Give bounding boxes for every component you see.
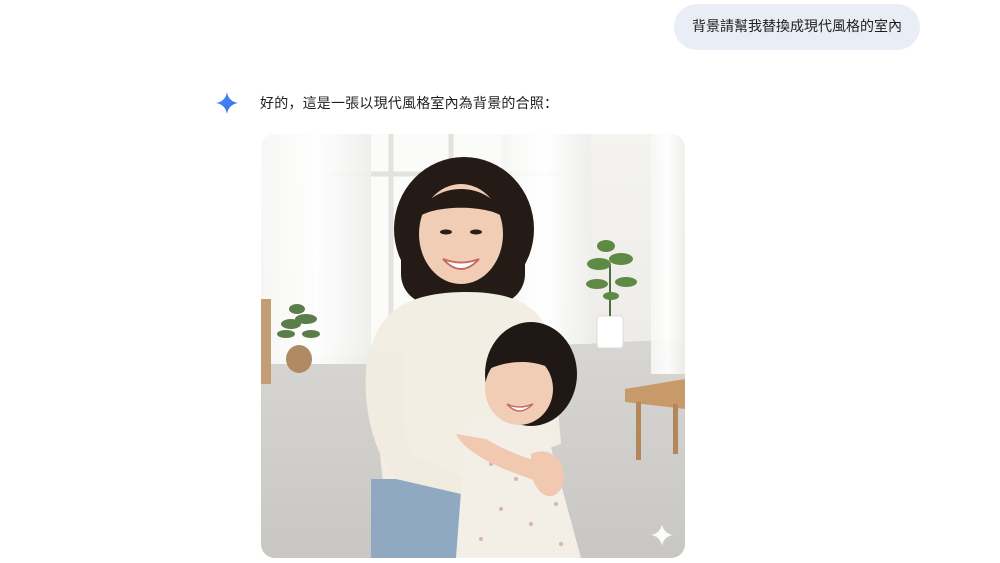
generated-image[interactable]: [261, 134, 685, 558]
gemini-sparkle-icon: [216, 92, 238, 114]
assistant-message-text: 好的，這是一張以現代風格室內為背景的合照：: [260, 96, 559, 112]
sparkle-watermark-icon: [651, 524, 673, 546]
assistant-response: 好的，這是一張以現代風格室內為背景的合照：: [216, 92, 558, 114]
assistant-header: 好的，這是一張以現代風格室內為背景的合照：: [216, 92, 558, 114]
chat-page: 背景請幫我替換成現代風格的室內 好的，這是一張以現代風格室內為背景的合照：: [0, 0, 1000, 563]
user-message-bubble: 背景請幫我替換成現代風格的室內: [674, 4, 920, 50]
generated-photo: [261, 134, 685, 558]
